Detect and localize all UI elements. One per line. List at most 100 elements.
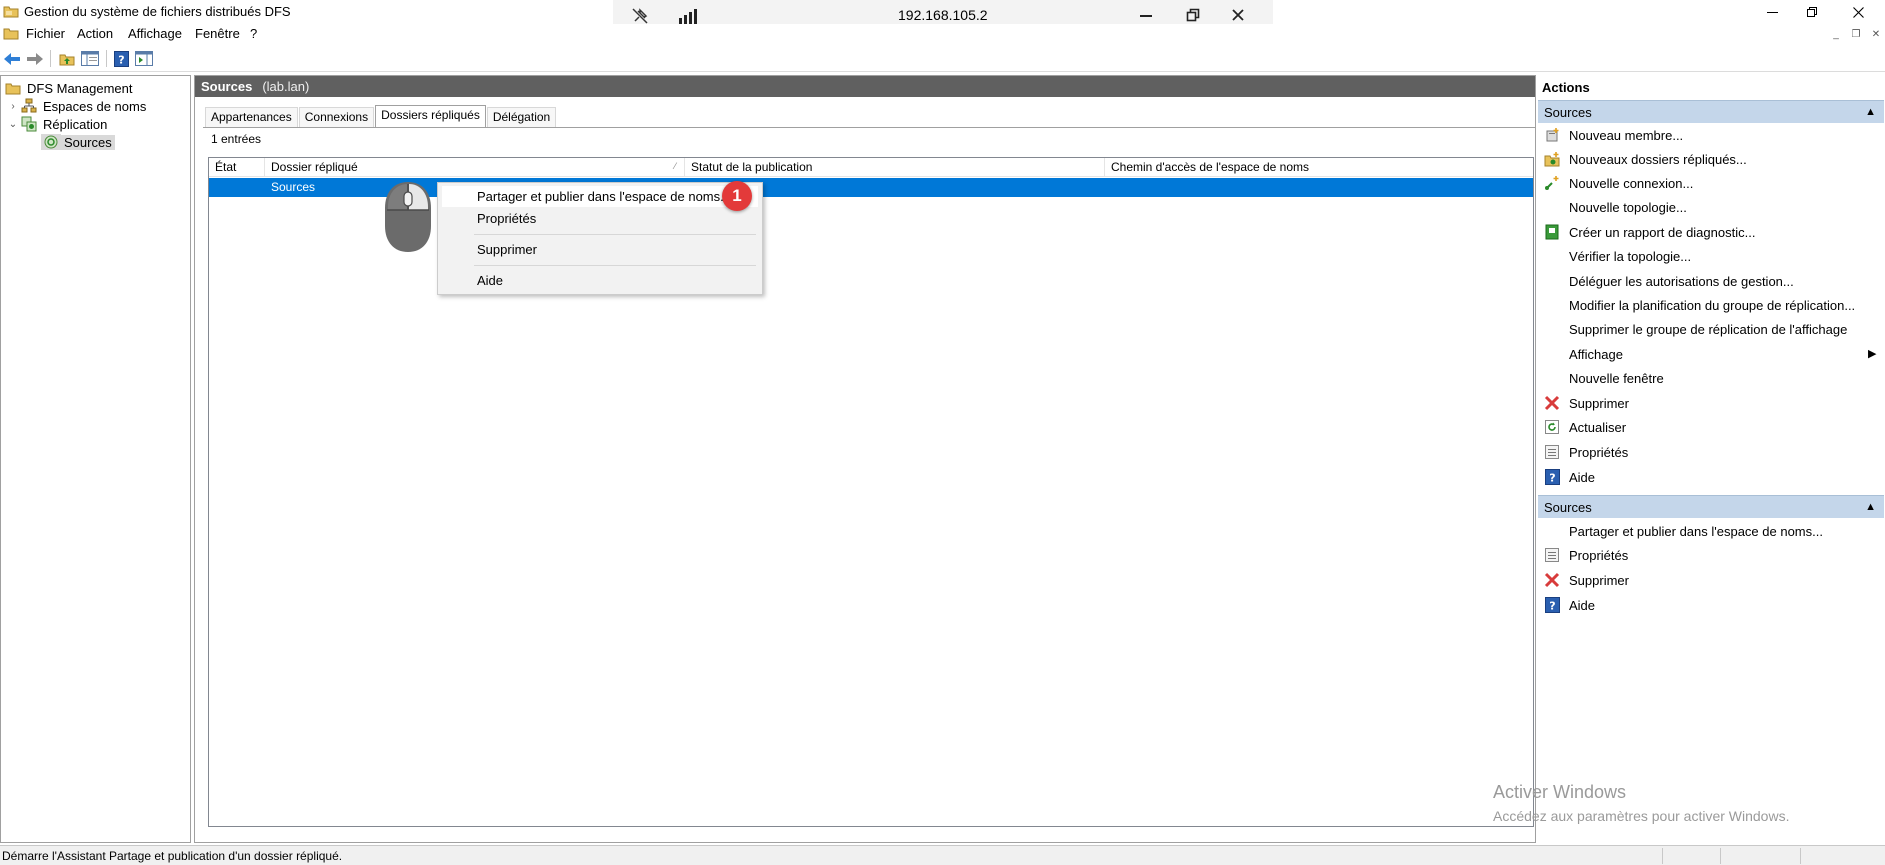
mdi-close-button[interactable]: ✕ bbox=[1867, 26, 1885, 42]
action-verifier-topologie[interactable]: Vérifier la topologie... bbox=[1544, 246, 1691, 266]
namespaces-icon bbox=[21, 98, 37, 114]
action-affichage[interactable]: Affichage bbox=[1544, 344, 1623, 364]
expand-arrow-icon[interactable]: › bbox=[7, 100, 19, 112]
forward-button[interactable] bbox=[25, 49, 45, 68]
action-supprimer[interactable]: Supprimer bbox=[1544, 393, 1629, 413]
collapse-arrow-icon[interactable]: ⌄ bbox=[7, 118, 19, 130]
tab-appartenances[interactable]: Appartenances bbox=[205, 107, 298, 127]
action-modifier-planification[interactable]: Modifier la planification du groupe de r… bbox=[1544, 295, 1855, 315]
new-member-icon bbox=[1544, 127, 1560, 143]
tree-item-sources[interactable]: Sources bbox=[41, 133, 115, 151]
help-icon: ? bbox=[1544, 469, 1560, 485]
mdi-minimize-button[interactable]: _ bbox=[1827, 26, 1845, 42]
action-label: Supprimer le groupe de réplication de l'… bbox=[1569, 321, 1848, 337]
actions-pane: Actions Sources ▲ Nouveau membre... Nouv… bbox=[1535, 75, 1885, 843]
menu-affichage[interactable]: Affichage bbox=[128, 26, 182, 41]
action-nouvelle-connexion[interactable]: Nouvelle connexion... bbox=[1544, 173, 1693, 193]
action-label: Partager et publier dans l'espace de nom… bbox=[1569, 523, 1823, 539]
delete-icon bbox=[1544, 572, 1560, 588]
close-icon bbox=[1232, 9, 1244, 21]
status-divider bbox=[1662, 848, 1663, 864]
action-label: Modifier la planification du groupe de r… bbox=[1569, 297, 1856, 313]
action-label: Propriétés bbox=[1569, 444, 1629, 460]
step-number-badge: 1 bbox=[722, 181, 752, 211]
ctx-item-proprietes[interactable]: Propriétés bbox=[442, 208, 758, 229]
action-label: Supprimer bbox=[1569, 395, 1629, 411]
actions-section-header[interactable]: Sources ▲ bbox=[1538, 100, 1884, 123]
status-text: Démarre l'Assistant Partage et publicati… bbox=[2, 849, 343, 863]
tab-delegation[interactable]: Délégation bbox=[486, 107, 557, 127]
rdp-close-button[interactable] bbox=[1231, 8, 1245, 25]
action-aide[interactable]: ? Aide bbox=[1544, 467, 1595, 487]
ctx-item-aide[interactable]: Aide bbox=[442, 270, 758, 291]
ctx-item-supprimer[interactable]: Supprimer bbox=[442, 239, 758, 260]
action-proprietes[interactable]: Propriétés bbox=[1544, 545, 1628, 565]
replication-group-icon bbox=[41, 134, 61, 150]
action-label: Nouvelle fenêtre bbox=[1569, 370, 1664, 386]
action-nouveaux-dossiers-repliques[interactable]: Nouveaux dossiers répliqués... bbox=[1544, 149, 1747, 169]
back-button[interactable] bbox=[2, 49, 22, 68]
action-partager-publier[interactable]: Partager et publier dans l'espace de nom… bbox=[1544, 521, 1823, 541]
section-title: Sources bbox=[1544, 499, 1592, 515]
svg-text:?: ? bbox=[1549, 600, 1555, 613]
toolbar-separator bbox=[106, 50, 107, 67]
dfs-management-icon bbox=[5, 80, 21, 96]
replicated-folders-list[interactable]: État Dossier répliqué ⁄ Statut de la pub… bbox=[208, 157, 1534, 827]
tree-item-replication[interactable]: ⌄ Réplication bbox=[7, 115, 110, 133]
properties-icon bbox=[1544, 444, 1560, 460]
action-label: Nouveau membre... bbox=[1569, 127, 1684, 143]
action-proprietes[interactable]: Propriétés bbox=[1544, 442, 1628, 462]
actions-section-header[interactable]: Sources ▲ bbox=[1538, 495, 1884, 518]
rdp-minimize-button[interactable] bbox=[1140, 9, 1152, 17]
action-actualiser[interactable]: Actualiser bbox=[1544, 417, 1626, 437]
action-label: Déléguer les autorisations de gestion... bbox=[1569, 273, 1794, 289]
tab-connexions[interactable]: Connexions bbox=[298, 107, 375, 127]
show-hide-tree-icon bbox=[81, 51, 99, 66]
mdi-restore-button[interactable]: ❐ bbox=[1847, 26, 1865, 42]
up-one-level-button[interactable] bbox=[57, 49, 77, 68]
tree-item-espaces-de-noms[interactable]: › Espaces de noms bbox=[7, 97, 149, 115]
show-hide-action-pane-button[interactable] bbox=[134, 49, 154, 68]
action-aide[interactable]: ? Aide bbox=[1544, 595, 1595, 615]
collapse-caret-icon[interactable]: ▲ bbox=[1865, 106, 1876, 118]
column-header-etat[interactable]: État bbox=[209, 158, 265, 177]
menu-fenetre[interactable]: Fenêtre bbox=[195, 26, 240, 41]
minimize-icon bbox=[1766, 11, 1778, 13]
minimize-button[interactable] bbox=[1752, 0, 1792, 24]
rdp-restore-button[interactable] bbox=[1186, 8, 1200, 25]
action-label: Affichage bbox=[1569, 346, 1623, 362]
collapse-caret-icon[interactable]: ▲ bbox=[1865, 501, 1876, 513]
help-button[interactable]: ? bbox=[111, 49, 131, 68]
menu-help[interactable]: ? bbox=[250, 26, 257, 41]
action-label: Nouvelle topologie... bbox=[1569, 199, 1687, 215]
column-header-statut-publication[interactable]: Statut de la publication bbox=[685, 158, 1105, 177]
column-header-chemin-acces[interactable]: Chemin d'accès de l'espace de noms bbox=[1105, 158, 1533, 177]
menu-action[interactable]: Action bbox=[77, 26, 113, 41]
column-header-label: Dossier répliqué bbox=[271, 160, 358, 174]
rdp-host-address: 192.168.105.2 bbox=[898, 7, 988, 23]
action-nouveau-membre[interactable]: Nouveau membre... bbox=[1544, 125, 1683, 145]
maximize-button[interactable] bbox=[1792, 0, 1832, 24]
up-folder-icon bbox=[59, 54, 75, 65]
system-menu-icon[interactable] bbox=[3, 26, 19, 43]
action-supprimer[interactable]: Supprimer bbox=[1544, 570, 1629, 590]
action-nouvelle-fenetre[interactable]: Nouvelle fenêtre bbox=[1544, 368, 1664, 388]
tree-item-dfs-management[interactable]: DFS Management bbox=[3, 79, 136, 97]
show-hide-tree-button[interactable] bbox=[80, 49, 100, 68]
action-nouvelle-topologie[interactable]: Nouvelle topologie... bbox=[1544, 197, 1687, 217]
column-header-dossier-replique[interactable]: Dossier répliqué ⁄ bbox=[265, 158, 685, 177]
menu-fichier[interactable]: Fichier bbox=[26, 26, 65, 41]
ctx-item-partager-publier[interactable]: Partager et publier dans l'espace de nom… bbox=[442, 186, 758, 207]
action-supprimer-groupe-affichage[interactable]: Supprimer le groupe de réplication de l'… bbox=[1544, 319, 1847, 339]
close-button[interactable] bbox=[1838, 0, 1878, 24]
section-title: Sources bbox=[1544, 104, 1592, 120]
cell-dossier-replique: Sources bbox=[271, 180, 316, 194]
action-label: Propriétés bbox=[1569, 547, 1629, 563]
details-header: Sources (lab.lan) bbox=[195, 76, 1545, 97]
menu-separator bbox=[474, 234, 756, 235]
action-creer-rapport-diagnostic[interactable]: Créer un rapport de diagnostic... bbox=[1544, 222, 1755, 242]
action-deleguer-autorisations[interactable]: Déléguer les autorisations de gestion... bbox=[1544, 271, 1794, 291]
tab-dossiers-repliques[interactable]: Dossiers répliqués bbox=[375, 105, 486, 127]
close-icon bbox=[1852, 6, 1864, 18]
menu-separator bbox=[474, 265, 756, 266]
